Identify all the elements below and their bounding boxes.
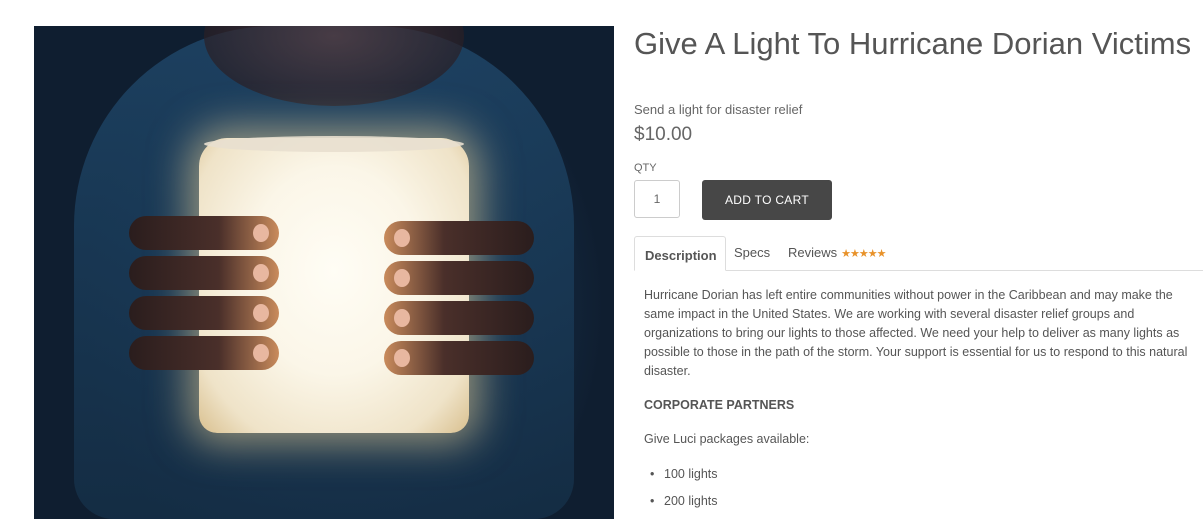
nail [253,224,269,242]
finger [384,301,534,335]
product-subtitle: Send a light for disaster relief [634,102,803,117]
nail [253,304,269,322]
nail [394,229,410,247]
product-price: $10.00 [634,124,693,145]
add-to-cart-button[interactable]: ADD TO CART [702,180,832,220]
left-hand [129,216,279,376]
nail [394,269,410,287]
finger [384,261,534,295]
finger [129,256,279,290]
lantern-top [204,136,464,152]
product-image [34,26,614,519]
tab-specs[interactable]: Specs [724,236,780,270]
qty-input[interactable] [634,180,680,218]
corporate-partners-heading: CORPORATE PARTNERS [644,398,795,412]
nail [253,264,269,282]
right-hand [384,221,534,381]
finger [129,336,279,370]
nail [394,349,410,367]
product-title: Give A Light To Hurricane Dorian Victims [634,26,1192,61]
tab-description[interactable]: Description [634,236,726,271]
description-text: Hurricane Dorian has left entire communi… [644,286,1189,381]
description-paragraph: Hurricane Dorian has left entire communi… [644,288,1188,378]
tab-reviews[interactable]: Reviews ★★★★★ [778,236,895,270]
list-item: 100 lights [644,466,718,493]
finger [384,341,534,375]
tab-reviews-label: Reviews [788,245,838,260]
packages-intro: Give Luci packages available: [644,432,810,446]
nail [394,309,410,327]
packages-list: 100 lights 200 lights [644,466,718,520]
list-item: 200 lights [644,493,718,520]
rating-stars-icon: ★★★★★ [841,248,886,260]
finger [384,221,534,255]
finger [129,216,279,250]
qty-label: QTY [634,162,657,174]
nail [253,344,269,362]
finger [129,296,279,330]
